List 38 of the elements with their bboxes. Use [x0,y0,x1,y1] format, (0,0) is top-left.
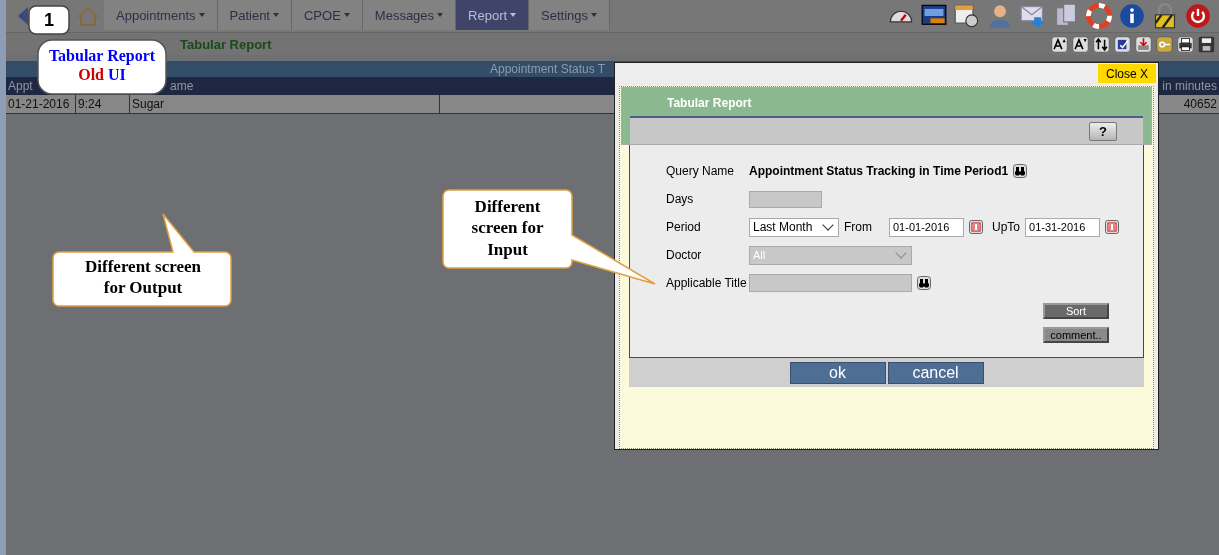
help-button[interactable]: ? [1089,121,1117,141]
menu-tab[interactable]: CPOE [292,0,363,30]
callout-text: Tabular Report [48,46,156,66]
callout-text: Input [487,238,528,260]
field-label: Applicable Title [666,276,744,290]
menu-tab[interactable]: Messages [362,0,457,30]
callout-text: 1 [44,9,54,32]
query-name: Appointment Status Tracking in Time Period1 [749,164,1009,178]
cancel-button[interactable]: cancel [887,361,984,384]
callout-text: screen for [471,217,544,239]
menu-tab[interactable]: Settings [529,0,611,30]
callout-text: Different screen [85,256,201,278]
date-field[interactable]: 01-01-2016 [889,217,964,237]
page-title: Tabular Report [180,36,272,52]
period-dropdown[interactable]: Last Month [749,217,839,237]
field-label: Query Name [666,164,736,178]
menu-tab[interactable]: Report [456,0,530,30]
field-label: Days [666,192,695,206]
column-header: ame [169,79,195,93]
report-title: Appointment Status T [490,62,606,76]
callout-text: Different [474,196,541,218]
field-label: Doctor [666,248,703,262]
from-label: From [844,220,873,234]
upto-label: UpTo [992,220,1020,234]
field-label: Period [666,220,702,234]
date-field[interactable]: 01-31-2016 [1025,217,1100,237]
close-button[interactable]: Close X [1097,64,1156,83]
ok-button[interactable]: ok [789,361,886,384]
column-header: in minutes [1161,79,1218,93]
callout-text: for Output [103,277,183,299]
menu-tab[interactable]: Patient [217,0,292,30]
table-cell-text: 40652 [1182,96,1218,113]
sort-button[interactable]: Sort [1043,303,1109,319]
dialog-title: Tabular Report [667,96,752,110]
callout-text: Old UI [78,65,126,85]
comment-button[interactable]: comment.. [1043,327,1109,343]
menu-tab[interactable]: Appointments [104,0,218,30]
column-header: Appt [7,79,34,93]
